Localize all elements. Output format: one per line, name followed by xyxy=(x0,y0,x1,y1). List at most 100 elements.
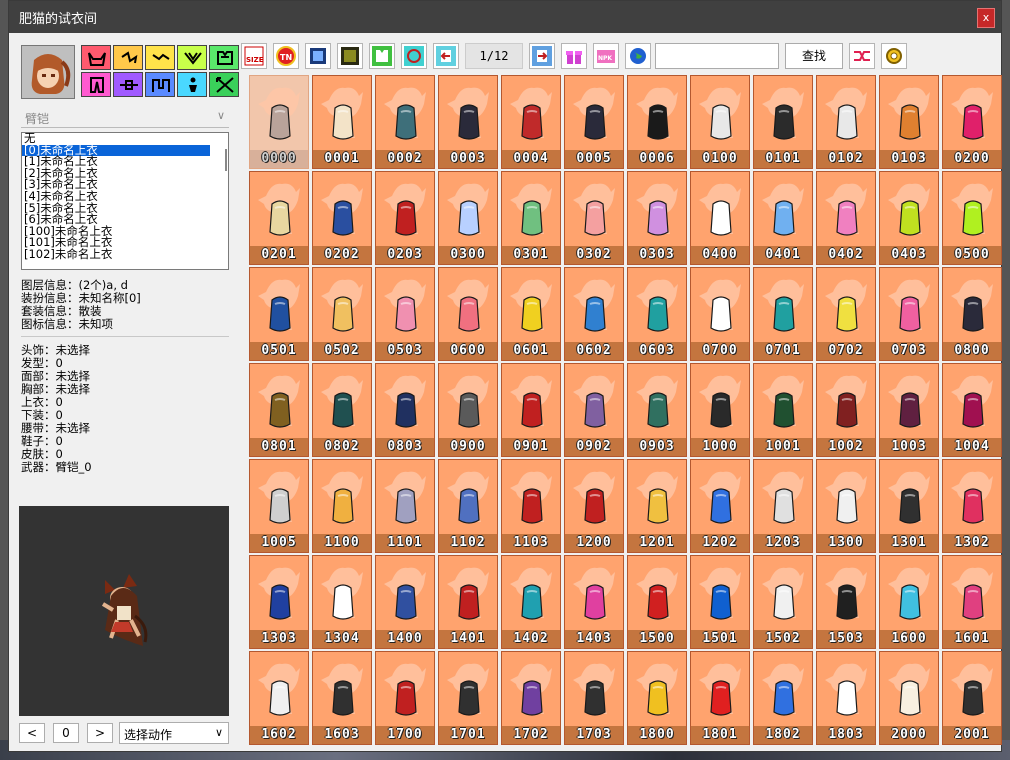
grid-item[interactable]: 0101 xyxy=(753,75,813,169)
image-view-button[interactable] xyxy=(305,43,331,69)
grid-item[interactable]: 0800 xyxy=(942,267,1002,361)
grid-item[interactable]: 1003 xyxy=(879,363,939,457)
grid-item[interactable]: 1302 xyxy=(942,459,1002,553)
grid-item[interactable]: 1700 xyxy=(375,651,435,745)
npk-button[interactable]: NPK xyxy=(593,43,619,69)
grid-item[interactable]: 1102 xyxy=(438,459,498,553)
grid-item[interactable]: 1800 xyxy=(627,651,687,745)
grid-item[interactable]: 0900 xyxy=(438,363,498,457)
grid-item[interactable]: 1403 xyxy=(564,555,624,649)
grid-item[interactable]: 2001 xyxy=(942,651,1002,745)
grid-item[interactable]: 1202 xyxy=(690,459,750,553)
grid-item[interactable]: 1500 xyxy=(627,555,687,649)
grid-item[interactable]: 0303 xyxy=(627,171,687,265)
grid-item[interactable]: 0103 xyxy=(879,75,939,169)
grid-item[interactable]: 0202 xyxy=(312,171,372,265)
grid-item[interactable]: 1703 xyxy=(564,651,624,745)
grid-item[interactable]: 0201 xyxy=(249,171,309,265)
grid-item[interactable]: 0001 xyxy=(312,75,372,169)
grid-item[interactable]: 1203 xyxy=(753,459,813,553)
category-pants-icon[interactable] xyxy=(81,72,111,97)
layer-button[interactable] xyxy=(337,43,363,69)
grid-item[interactable]: 0902 xyxy=(564,363,624,457)
gift-button[interactable] xyxy=(561,43,587,69)
import-button[interactable] xyxy=(529,43,555,69)
character-avatar[interactable] xyxy=(21,45,75,99)
grid-item[interactable]: 0400 xyxy=(690,171,750,265)
grid-item[interactable]: 1603 xyxy=(312,651,372,745)
grid-item[interactable]: 1803 xyxy=(816,651,876,745)
grid-item[interactable]: 0703 xyxy=(879,267,939,361)
grid-item[interactable]: 0602 xyxy=(564,267,624,361)
grid-item[interactable]: 0300 xyxy=(438,171,498,265)
grid-item[interactable]: 1004 xyxy=(942,363,1002,457)
grid-item[interactable]: 1001 xyxy=(753,363,813,457)
grid-item[interactable]: 0901 xyxy=(501,363,561,457)
globe-button[interactable] xyxy=(625,43,651,69)
list-scrollbar[interactable] xyxy=(225,149,227,171)
grid-item[interactable]: 1002 xyxy=(816,363,876,457)
grid-item[interactable]: 0200 xyxy=(942,75,1002,169)
grid-item[interactable]: 1602 xyxy=(249,651,309,745)
grid-item[interactable]: 0503 xyxy=(375,267,435,361)
grid-item[interactable]: 0003 xyxy=(438,75,498,169)
grid-item[interactable]: 1100 xyxy=(312,459,372,553)
grid-item[interactable]: 0402 xyxy=(816,171,876,265)
grid-item[interactable]: 0802 xyxy=(312,363,372,457)
close-button[interactable]: x xyxy=(977,8,995,28)
grid-item[interactable]: 1101 xyxy=(375,459,435,553)
grid-item[interactable]: 0702 xyxy=(816,267,876,361)
category-top-icon[interactable] xyxy=(209,45,239,70)
grid-item[interactable]: 0601 xyxy=(501,267,561,361)
shuffle-button[interactable] xyxy=(849,43,875,69)
grid-item[interactable]: 0004 xyxy=(501,75,561,169)
grid-item[interactable]: 1304 xyxy=(312,555,372,649)
size-button[interactable]: SIZE xyxy=(241,43,267,69)
grid-item[interactable]: 1402 xyxy=(501,555,561,649)
grid-item[interactable]: 1301 xyxy=(879,459,939,553)
category-shoes-icon[interactable] xyxy=(145,72,175,97)
grid-item[interactable]: 0501 xyxy=(249,267,309,361)
grid-item[interactable]: 1401 xyxy=(438,555,498,649)
grid-item[interactable]: 0005 xyxy=(564,75,624,169)
action-select[interactable]: 选择动作 ∨ xyxy=(119,722,229,744)
grid-item[interactable]: 2000 xyxy=(879,651,939,745)
grid-item[interactable]: 0600 xyxy=(438,267,498,361)
frame-number-field[interactable]: 0 xyxy=(53,723,79,743)
list-item[interactable]: [102]未命名上衣 xyxy=(22,248,228,261)
grid-item[interactable]: 1503 xyxy=(816,555,876,649)
grid-item[interactable]: 0801 xyxy=(249,363,309,457)
grid-item[interactable]: 0401 xyxy=(753,171,813,265)
grid-item[interactable]: 1702 xyxy=(501,651,561,745)
grid-item[interactable]: 1000 xyxy=(690,363,750,457)
grid-item[interactable]: 1300 xyxy=(816,459,876,553)
grid-item[interactable]: 1601 xyxy=(942,555,1002,649)
grid-item[interactable]: 1600 xyxy=(879,555,939,649)
export-button[interactable] xyxy=(433,43,459,69)
grid-item[interactable]: 1801 xyxy=(690,651,750,745)
grid-item[interactable]: 0302 xyxy=(564,171,624,265)
refresh-button[interactable] xyxy=(401,43,427,69)
grid-item[interactable]: 1802 xyxy=(753,651,813,745)
grid-item[interactable]: 0403 xyxy=(879,171,939,265)
tn-button[interactable]: TN xyxy=(273,43,299,69)
grid-item[interactable]: 0102 xyxy=(816,75,876,169)
grid-item[interactable]: 1502 xyxy=(753,555,813,649)
grid-item[interactable]: 1103 xyxy=(501,459,561,553)
settings-gear-icon[interactable] xyxy=(881,43,907,69)
grid-item[interactable]: 0203 xyxy=(375,171,435,265)
category-hair-icon[interactable] xyxy=(113,45,143,70)
category-skin-icon[interactable] xyxy=(177,72,207,97)
grid-item[interactable]: 1701 xyxy=(438,651,498,745)
grid-item[interactable]: 0502 xyxy=(312,267,372,361)
find-button[interactable]: 查找 xyxy=(785,43,843,69)
grid-item[interactable]: 0701 xyxy=(753,267,813,361)
grid-item[interactable]: 0603 xyxy=(627,267,687,361)
grid-item[interactable]: 1501 xyxy=(690,555,750,649)
grid-item[interactable]: 1005 xyxy=(249,459,309,553)
category-neck-icon[interactable] xyxy=(177,45,207,70)
grid-item[interactable]: 0903 xyxy=(627,363,687,457)
grid-item[interactable]: 1200 xyxy=(564,459,624,553)
grid-item[interactable]: 0301 xyxy=(501,171,561,265)
category-belt-icon[interactable] xyxy=(113,72,143,97)
